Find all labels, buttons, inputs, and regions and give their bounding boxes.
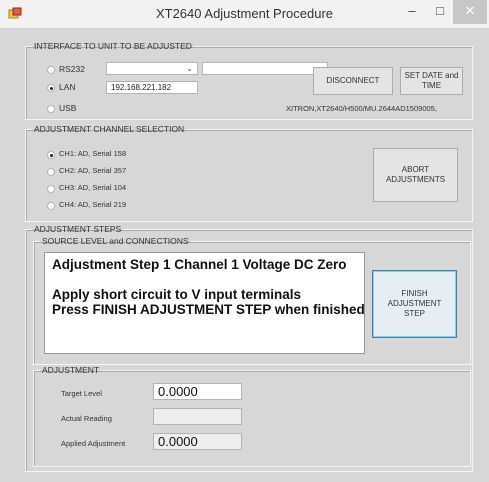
app-window: XT2640 Adjustment Procedure – □ ✕ INTERF… — [0, 0, 489, 482]
radio-usb[interactable] — [47, 105, 55, 113]
radio-ch3[interactable] — [47, 185, 55, 193]
radio-rs232[interactable] — [47, 66, 55, 74]
radio-ch3-label: CH3: AD, Serial 104 — [59, 183, 127, 192]
radio-lan[interactable] — [47, 84, 55, 92]
adjustment-steps-legend: ADJUSTMENT STEPS — [34, 224, 122, 234]
target-level-value[interactable]: 0.0000 — [153, 383, 242, 400]
radio-ch1[interactable] — [47, 151, 55, 159]
disconnect-label: DISCONNECT — [326, 76, 380, 85]
radio-ch4[interactable] — [47, 202, 55, 210]
actual-reading-value — [153, 408, 242, 425]
port-select[interactable]: ⌄ — [106, 62, 198, 75]
channel-selection-legend: ADJUSTMENT CHANNEL SELECTION — [34, 124, 185, 134]
radio-ch2-label: CH2: AD, Serial 357 — [59, 166, 127, 175]
interface-legend: INTERFACE TO UNIT TO BE ADJUSTED — [34, 41, 192, 51]
adjustment-values-legend: ADJUSTMENT — [42, 365, 100, 375]
radio-ch2[interactable] — [47, 168, 55, 176]
ip-address-input[interactable]: 192.168.221.182 — [106, 81, 198, 94]
radio-usb-label: USB — [59, 103, 77, 113]
minimize-button[interactable]: – — [397, 0, 427, 24]
actual-reading-label: Actual Reading — [61, 414, 112, 423]
radio-ch1-label: CH1: AD, Serial 158 — [59, 149, 127, 158]
target-level-label: Target Level — [61, 389, 102, 398]
source-level-legend: SOURCE LEVEL and CONNECTIONS — [42, 236, 189, 246]
radio-ch4-label: CH4: AD, Serial 219 — [59, 200, 127, 209]
instruction-message: Adjustment Step 1 Channel 1 Voltage DC Z… — [44, 252, 365, 354]
chevron-down-icon: ⌄ — [186, 64, 193, 73]
abort-label-line2: ADJUSTMENTS — [385, 175, 446, 184]
finish-label-line3: STEP — [404, 309, 425, 318]
title-bar: XT2640 Adjustment Procedure – □ ✕ — [0, 0, 489, 29]
close-button[interactable]: ✕ — [453, 0, 487, 24]
radio-lan-label: LAN — [59, 82, 76, 92]
set-date-label-line1: SET DATE and — [404, 71, 459, 80]
abort-label-line1: ABORT — [401, 165, 430, 174]
maximize-button[interactable]: □ — [425, 0, 455, 24]
applied-adjustment-value: 0.0000 — [153, 433, 242, 450]
message-line-1: Adjustment Step 1 Channel 1 Voltage DC Z… — [52, 257, 347, 272]
radio-rs232-label: RS232 — [59, 64, 85, 74]
finish-adjustment-step-button[interactable]: FINISH ADJUSTMENT STEP — [372, 270, 457, 338]
set-date-time-button[interactable]: SET DATE and TIME — [400, 67, 463, 95]
device-id: XITRON,XT2640/H500/MU.2644AD1509005, — [286, 104, 437, 113]
finish-label-line2: ADJUSTMENT — [387, 299, 442, 308]
finish-label-line1: FINISH — [401, 289, 428, 298]
message-line-2: Apply short circuit to V input terminals — [52, 287, 302, 302]
baud-select[interactable]: ⌄ — [202, 62, 328, 75]
disconnect-button[interactable]: DISCONNECT — [313, 67, 393, 95]
applied-adjustment-label: Applied Adjustment — [61, 439, 126, 448]
message-line-3: Press FINISH ADJUSTMENT STEP when finish… — [52, 302, 365, 317]
set-date-label-line2: TIME — [421, 81, 442, 90]
abort-adjustments-button[interactable]: ABORT ADJUSTMENTS — [373, 148, 458, 202]
